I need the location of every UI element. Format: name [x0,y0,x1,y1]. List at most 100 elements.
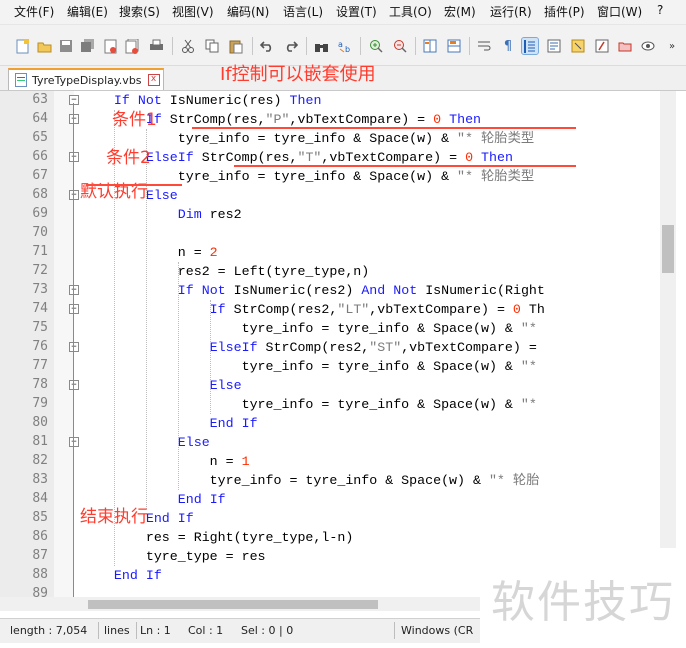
new-file-icon[interactable] [14,38,30,54]
menu-view[interactable]: 视图(V) [172,3,214,20]
annotation-underline [86,184,182,186]
menu-bar: 文件(F) 编辑(E) 搜索(S) 视图(V) 编码(N) 语言(L) 设置(T… [0,0,686,25]
line-number: 82 [32,453,48,468]
code-text: tyre_type = res [82,549,266,564]
horizontal-scroll-thumb[interactable] [88,600,378,609]
menu-window[interactable]: 窗口(W) [597,3,642,20]
line-number: 67 [32,168,48,183]
menu-macro[interactable]: 宏(M) [444,3,476,20]
fold-toggle-icon[interactable]: − [69,95,79,105]
open-file-icon[interactable] [36,38,52,54]
menu-tools[interactable]: 工具(O) [389,3,432,20]
sync-horizontal-icon[interactable] [446,38,462,54]
fold-toggle-icon[interactable]: − [69,380,79,390]
menu-encoding[interactable]: 编码(N) [227,3,269,20]
tab-file[interactable]: TyreTypeDisplay.vbs x [8,68,164,90]
tab-filename: TyreTypeDisplay.vbs [32,73,142,87]
code-line: 79 tyre_info = tyre_info & Space(w) & "* [0,395,660,414]
line-number: 87 [32,548,48,563]
toolbar-separator [469,37,470,55]
language-udl-icon[interactable] [546,38,562,54]
annotation-condition1: 条件1 [112,110,157,130]
menu-help[interactable]: ? [657,3,663,17]
close-all-icon[interactable] [124,38,140,54]
line-number: 88 [32,567,48,582]
menu-file[interactable]: 文件(F) [14,3,54,20]
vertical-scroll-thumb[interactable] [662,225,674,273]
code-text: Else [209,378,242,393]
line-number: 65 [32,130,48,145]
zoom-in-icon[interactable] [368,38,384,54]
code-text: End If [113,568,162,583]
undo-icon[interactable] [259,38,275,54]
line-number: 80 [32,415,48,430]
status-eol: Windows (CR [401,624,474,637]
line-number: 83 [32,472,48,487]
save-all-icon[interactable] [80,38,96,54]
annotation-condition2: 条件2 [106,148,151,168]
code-line: 75 tyre_info = tyre_info & Space(w) & "* [0,319,660,338]
code-text: n = 1 [82,454,250,469]
code-text: If Not IsNumeric(res2) And Not IsNumeric… [177,283,545,298]
fold-toggle-icon[interactable]: − [69,190,79,200]
close-file-icon[interactable] [102,38,118,54]
code-line: 63 − If Not IsNumeric(res) Then [0,91,660,110]
code-line: 80 End If [0,414,660,433]
line-number: 66 [32,149,48,164]
function-list-icon[interactable] [594,38,610,54]
line-number: 79 [32,396,48,411]
line-number: 71 [32,244,48,259]
fold-toggle-icon[interactable]: − [69,437,79,447]
cut-icon[interactable] [180,38,196,54]
vertical-scrollbar[interactable] [660,91,676,598]
line-number: 85 [32,510,48,525]
code-text: End If [209,416,258,431]
doc-map-icon[interactable] [570,38,586,54]
watermark: 软件技巧 [480,548,686,648]
menu-language[interactable]: 语言(L) [283,3,323,20]
sync-vertical-icon[interactable] [422,38,438,54]
word-wrap-icon[interactable] [476,38,492,54]
indent-guide-icon[interactable] [521,37,539,55]
code-text: If StrComp(res2,"LT",vbTextCompare) = 0 … [209,302,545,317]
code-text: tyre_info = tyre_info & Space(w) & "* [82,359,537,374]
code-editor[interactable]: 63 − If Not IsNumeric(res) Then 64 − If Str… [0,91,686,598]
indent-guide [114,110,115,566]
print-icon[interactable] [148,38,164,54]
fold-toggle-icon[interactable]: − [69,152,79,162]
paste-icon[interactable] [228,38,244,54]
menu-edit[interactable]: 编辑(E) [67,3,108,20]
annotation-default: 默认执行 [80,182,148,202]
menu-plugins[interactable]: 插件(P) [544,3,585,20]
fold-toggle-icon[interactable]: − [69,342,79,352]
find-icon[interactable] [313,38,329,54]
fold-toggle-icon[interactable]: − [69,114,79,124]
svg-text:b: b [345,45,350,53]
document-icon [15,73,27,87]
show-all-chars-icon[interactable]: ¶ [500,38,516,54]
folder-workspace-icon[interactable] [617,38,633,54]
menu-settings[interactable]: 设置(T) [336,3,377,20]
monitoring-eye-icon[interactable] [640,38,656,54]
code-line: 70 [0,224,660,243]
menu-run[interactable]: 运行(R) [490,3,532,20]
line-number: 86 [32,529,48,544]
line-number: 64 [32,111,48,126]
fold-toggle-icon[interactable]: − [69,304,79,314]
code-line: 73 − If Not IsNumeric(res2) And Not IsNum… [0,281,660,300]
toolbar-separator [252,37,253,55]
toolbar-overflow-icon[interactable]: » [664,38,680,54]
redo-icon[interactable] [283,38,299,54]
code-text: tyre_info = tyre_info & Space(w) & "* [82,397,537,412]
replace-icon[interactable]: ab [337,38,353,54]
zoom-out-icon[interactable] [392,38,408,54]
line-number: 68 [32,187,48,202]
menu-search[interactable]: 搜索(S) [119,3,160,20]
save-icon[interactable] [58,38,74,54]
fold-toggle-icon[interactable]: − [69,285,79,295]
close-icon[interactable]: x [147,74,160,86]
copy-icon[interactable] [204,38,220,54]
annotation-nesting: If控制可以嵌套使用 [220,64,376,85]
code-line: 72 res2 = Left(tyre_type,n) [0,262,660,281]
code-text: n = 2 [82,245,218,260]
